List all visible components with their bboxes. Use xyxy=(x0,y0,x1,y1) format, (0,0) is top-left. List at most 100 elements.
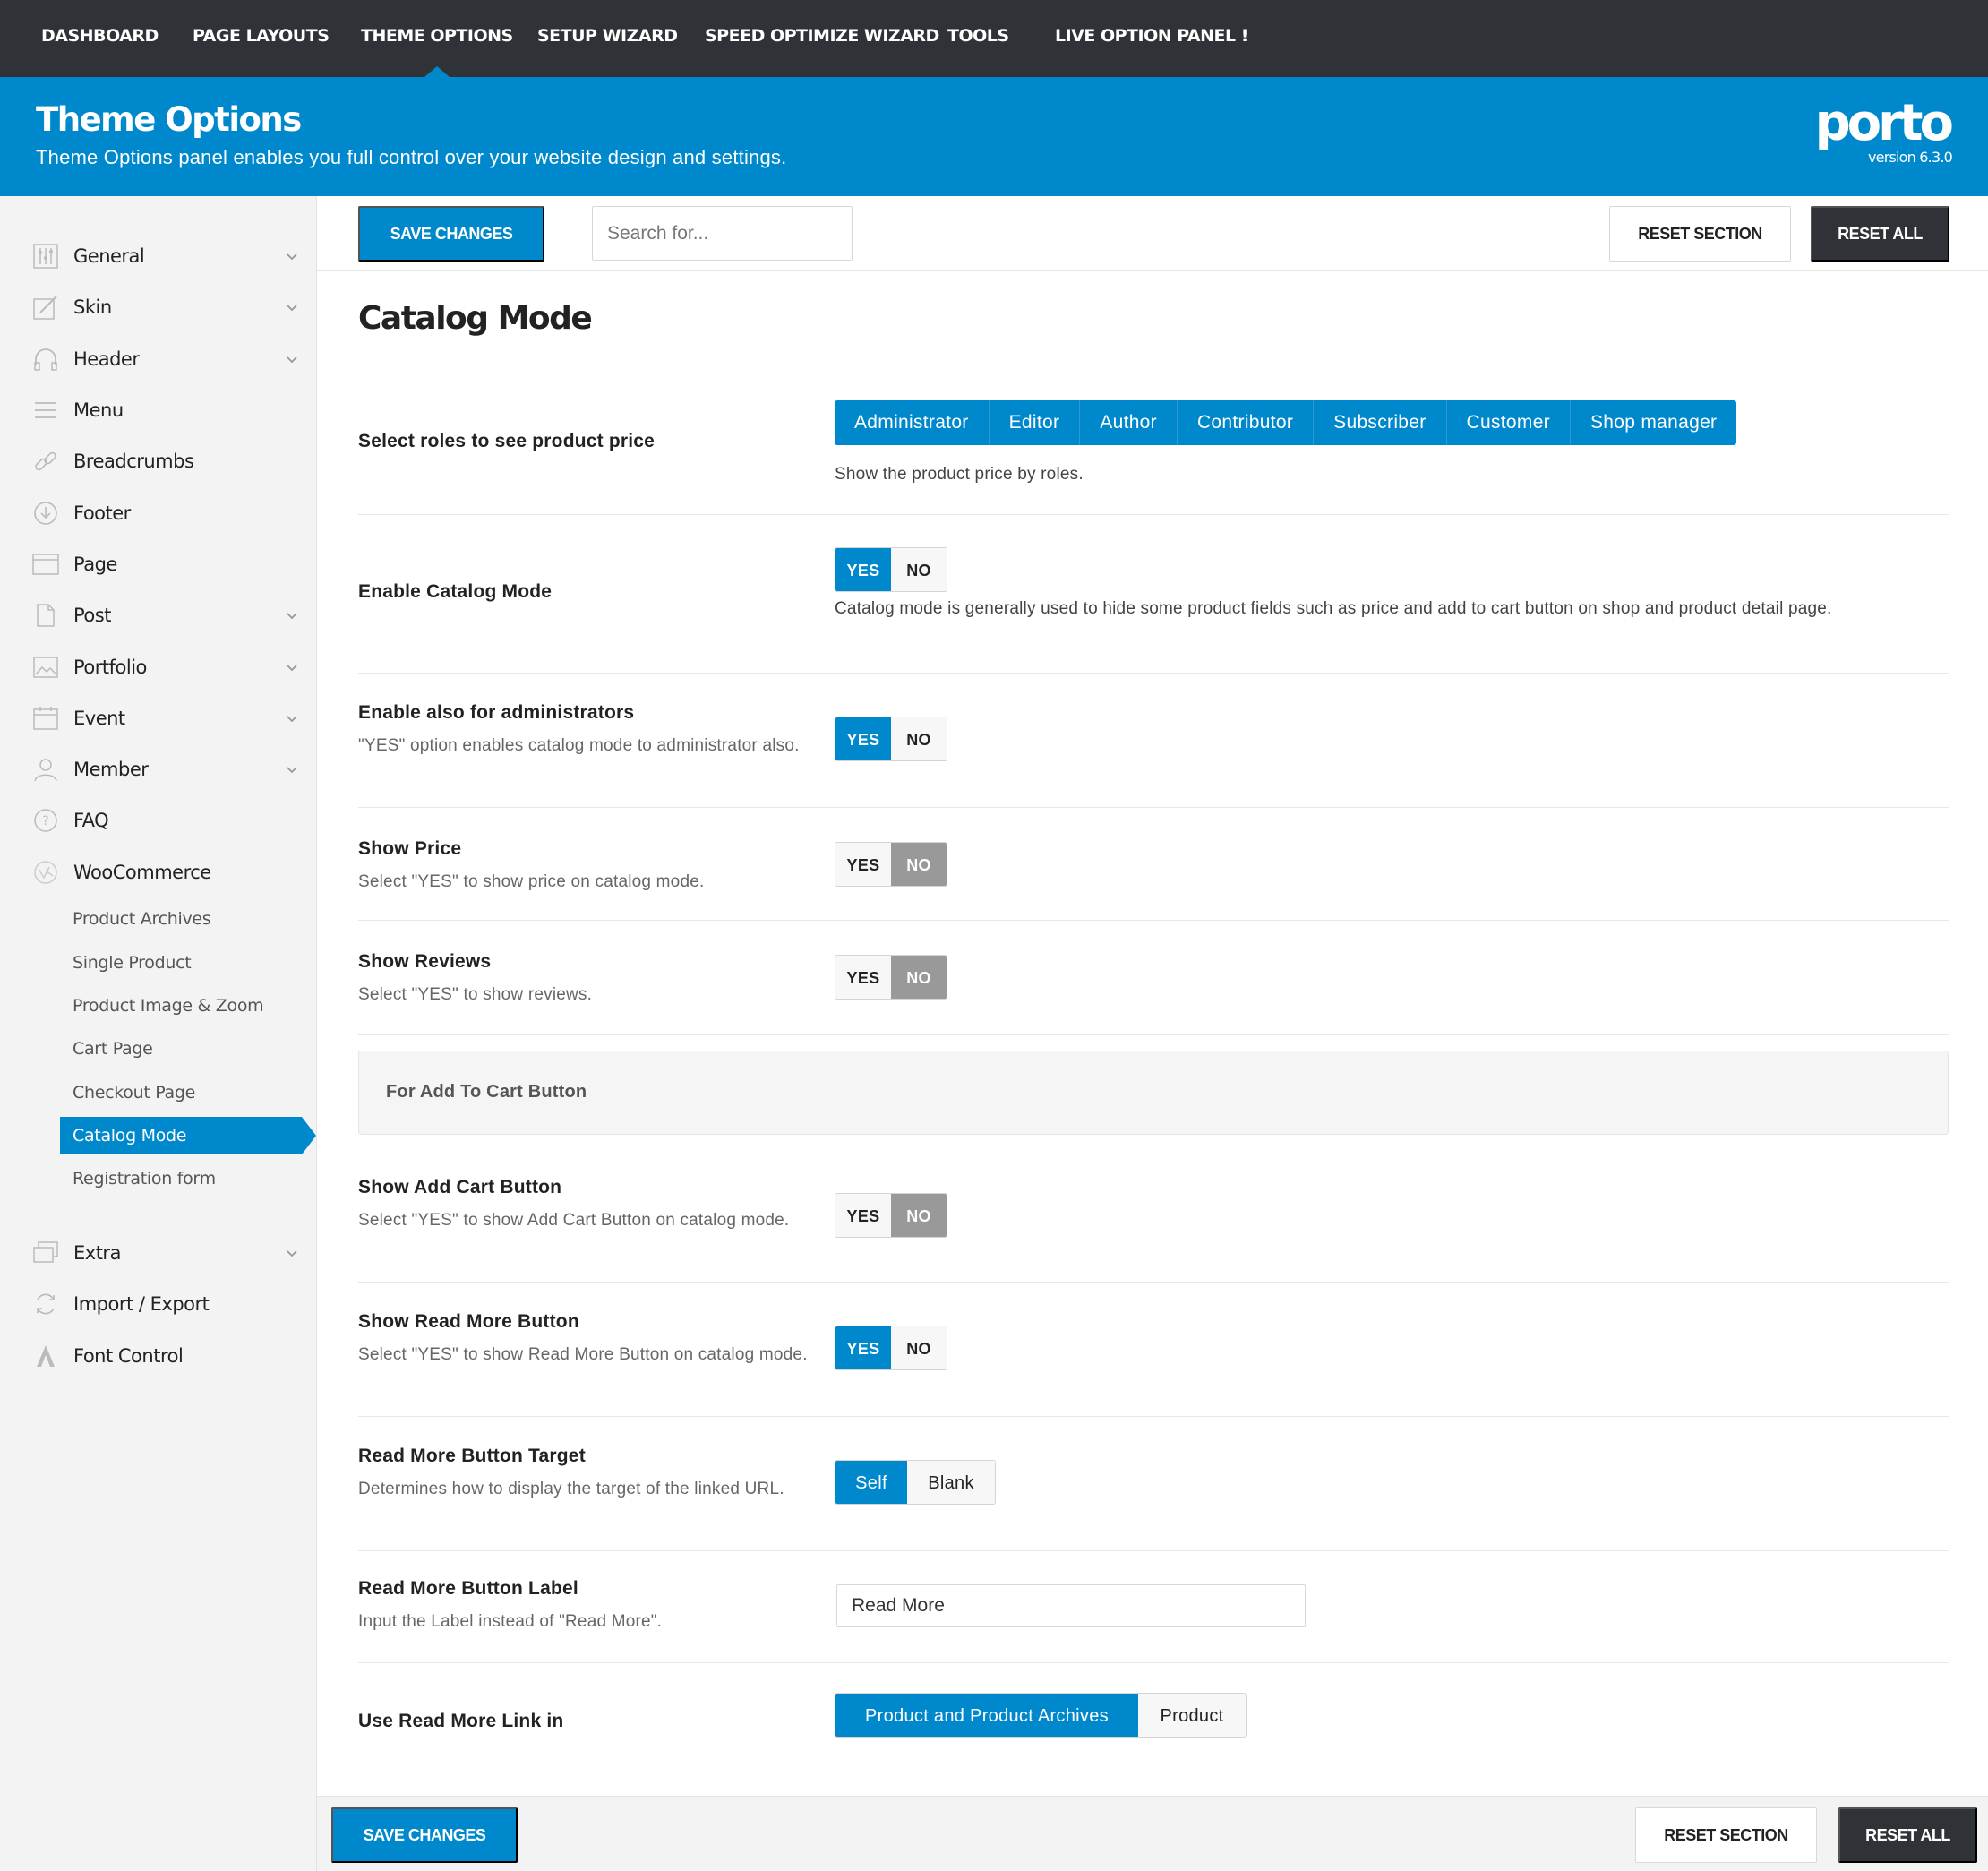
save-changes-button[interactable]: SAVE CHANGES xyxy=(331,1807,518,1863)
reset-all-button[interactable]: RESET ALL xyxy=(1838,1807,1977,1863)
setting-label: Show Reviews xyxy=(358,951,492,972)
setting-label: Enable Catalog Mode xyxy=(358,581,553,602)
sidebar-item-member[interactable]: Member xyxy=(32,751,301,787)
sidebar-item-label: General xyxy=(73,245,145,267)
toggle-yes[interactable]: YES xyxy=(835,843,891,886)
sidebar-item-header[interactable]: Header xyxy=(32,341,301,377)
sidebar-item-label: FAQ xyxy=(73,810,109,831)
setting-row-roles: Select roles to see product price Admini… xyxy=(358,376,1949,515)
sidebar-item-breadcrumbs[interactable]: Breadcrumbs xyxy=(32,443,301,479)
role-option-editor[interactable]: Editor xyxy=(989,400,1081,445)
sidebar-item-label: Post xyxy=(73,605,111,626)
sidebar-subitem-registration-form[interactable]: Registration form xyxy=(60,1160,317,1197)
role-option-shop-manager[interactable]: Shop manager xyxy=(1570,400,1737,445)
chevron-down-icon xyxy=(283,606,301,624)
role-option-administrator[interactable]: Administrator xyxy=(835,400,990,445)
calendar-icon xyxy=(32,705,59,732)
svg-text:?: ? xyxy=(42,814,48,828)
setting-description: Determines how to display the target of … xyxy=(358,1480,784,1498)
toggle-yes[interactable]: YES xyxy=(835,1326,891,1369)
sidebar-subitem-checkout-page[interactable]: Checkout Page xyxy=(60,1074,317,1111)
refresh-icon xyxy=(32,1291,59,1317)
sidebar-item-font-control[interactable]: Font Control xyxy=(32,1338,301,1374)
toggle-no[interactable]: NO xyxy=(891,548,947,591)
sidebar-item-label: Extra xyxy=(73,1242,121,1264)
sidebar-item-general[interactable]: General xyxy=(32,238,301,274)
sidebar-item-portfolio[interactable]: Portfolio xyxy=(32,649,301,685)
show-read-more-toggle: YES NO xyxy=(835,1326,947,1370)
nav-speed-optimize-wizard[interactable]: SPEED OPTIMIZE WIZARD xyxy=(705,0,939,77)
sidebar-subitem-catalog-mode[interactable]: Catalog Mode xyxy=(60,1117,316,1154)
sidebar-subitem-product-image-zoom[interactable]: Product Image & Zoom xyxy=(60,987,317,1025)
layers-icon xyxy=(32,1240,59,1266)
target-option-blank[interactable]: Blank xyxy=(907,1461,995,1504)
role-option-contributor[interactable]: Contributor xyxy=(1177,400,1315,445)
nav-theme-options[interactable]: THEME OPTIONS xyxy=(361,0,513,77)
sidebar-item-skin[interactable]: Skin xyxy=(32,289,301,325)
sidebar-item-woocommerce[interactable]: WooCommerce xyxy=(32,854,301,890)
setting-help: Show the product price by roles. xyxy=(835,465,1084,484)
reset-section-button[interactable]: RESET SECTION xyxy=(1609,206,1791,262)
sidebar-subitem-product-archives[interactable]: Product Archives xyxy=(60,900,317,938)
sidebar-item-import-export[interactable]: Import / Export xyxy=(32,1286,301,1322)
setting-label: Select roles to see product price xyxy=(358,431,656,451)
read-more-target-group: Self Blank xyxy=(835,1460,996,1505)
toggle-no[interactable]: NO xyxy=(891,843,947,886)
setting-label: Show Read More Button xyxy=(358,1311,579,1332)
headphones-icon xyxy=(32,346,59,373)
sidebar-item-faq[interactable]: ? FAQ xyxy=(32,802,301,838)
role-option-author[interactable]: Author xyxy=(1080,400,1178,445)
sidebar-item-label: WooCommerce xyxy=(73,862,211,883)
target-option-self[interactable]: Self xyxy=(835,1461,907,1504)
top-navigation: DASHBOARD PAGE LAYOUTS THEME OPTIONS SET… xyxy=(0,0,1988,77)
setting-row-show-add-cart: Show Add Cart Button Select "YES" to sho… xyxy=(358,1159,1949,1283)
read-more-label-input[interactable] xyxy=(836,1584,1306,1627)
toggle-no[interactable]: NO xyxy=(891,717,947,760)
reset-section-button[interactable]: RESET SECTION xyxy=(1635,1807,1817,1863)
nav-dashboard[interactable]: DASHBOARD xyxy=(41,0,159,77)
sidebar-item-label: Skin xyxy=(73,296,112,318)
role-option-subscriber[interactable]: Subscriber xyxy=(1314,400,1447,445)
setting-row-show-price: Show Price Select "YES" to show price on… xyxy=(358,808,1949,921)
toggle-yes[interactable]: YES xyxy=(835,1194,891,1237)
link-icon xyxy=(32,448,59,475)
reset-all-button[interactable]: RESET ALL xyxy=(1811,206,1949,262)
sidebar-item-footer[interactable]: Footer xyxy=(32,495,301,531)
sidebar-item-label: Page xyxy=(73,554,117,575)
sidebar-item-event[interactable]: Event xyxy=(32,700,301,736)
user-icon xyxy=(32,756,59,783)
show-price-toggle: YES NO xyxy=(835,842,947,887)
menu-icon xyxy=(32,397,59,424)
setting-row-read-more-label: Read More Button Label Input the Label i… xyxy=(358,1551,1949,1663)
nav-setup-wizard[interactable]: SETUP WIZARD xyxy=(537,0,678,77)
nav-live-option-panel[interactable]: LIVE OPTION PANEL ! xyxy=(1055,0,1248,77)
toggle-no[interactable]: NO xyxy=(891,1326,947,1369)
porto-logo: porto xyxy=(1814,94,1954,152)
nav-tools[interactable]: TOOLS xyxy=(947,0,1009,77)
sidebar-item-post[interactable]: Post xyxy=(32,597,301,633)
setting-label: Enable also for administrators xyxy=(358,702,635,723)
woocommerce-icon xyxy=(32,859,59,886)
toggle-yes[interactable]: YES xyxy=(835,717,891,760)
toggle-no[interactable]: NO xyxy=(891,1194,947,1237)
search-input[interactable] xyxy=(592,206,853,261)
sidebar-item-menu[interactable]: Menu xyxy=(32,392,301,428)
toggle-no[interactable]: NO xyxy=(891,956,947,999)
nav-page-layouts[interactable]: PAGE LAYOUTS xyxy=(193,0,330,77)
setting-description: Select "YES" to show reviews. xyxy=(358,985,593,1004)
sidebar-subitem-single-product[interactable]: Single Product xyxy=(60,944,317,982)
sidebar-item-label: Event xyxy=(73,708,125,729)
sidebar-item-extra[interactable]: Extra xyxy=(32,1235,301,1271)
toggle-yes[interactable]: YES xyxy=(835,956,891,999)
setting-label: Use Read More Link in xyxy=(358,1711,564,1731)
role-option-customer[interactable]: Customer xyxy=(1446,400,1571,445)
save-changes-button[interactable]: SAVE CHANGES xyxy=(358,206,544,262)
sidebar-subitem-cart-page[interactable]: Cart Page xyxy=(60,1030,317,1068)
toggle-yes[interactable]: YES xyxy=(835,548,891,591)
browser-icon xyxy=(32,551,59,578)
link-option-product[interactable]: Product xyxy=(1138,1694,1246,1737)
link-option-product-and-archives[interactable]: Product and Product Archives xyxy=(835,1694,1138,1737)
question-circle-icon: ? xyxy=(32,807,59,834)
sidebar-item-page[interactable]: Page xyxy=(32,546,301,582)
chevron-down-icon xyxy=(283,1244,301,1262)
